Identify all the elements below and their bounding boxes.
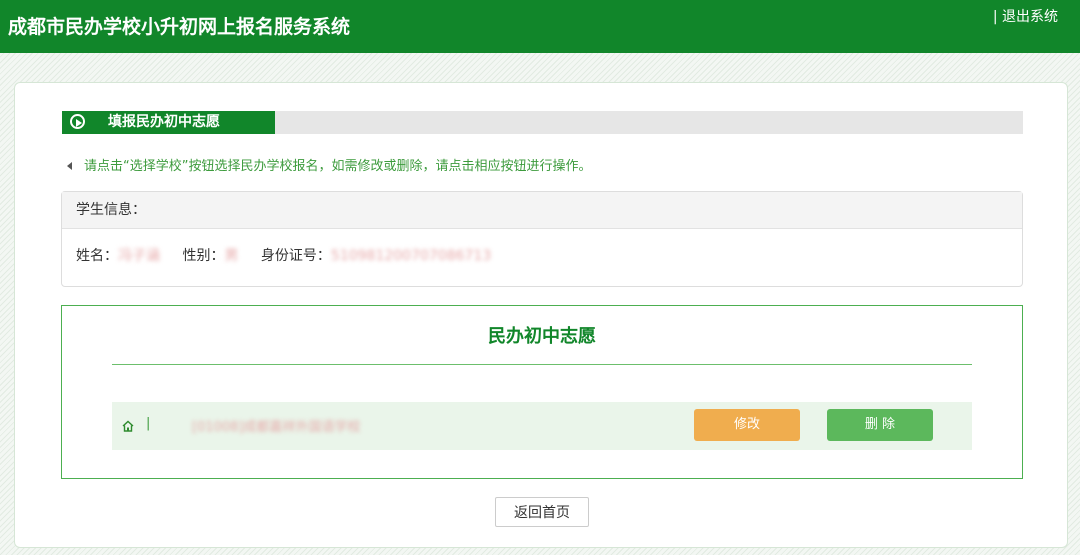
caret-left-icon: [67, 161, 72, 170]
choice-box: 民办初中志愿 | [01008]成都嘉祥外国语学校 修改 删 除: [61, 305, 1023, 479]
instruction-tip: 请点击“选择学校”按钮选择民办学校报名，如需修改或删除，请点击相应按钮进行操作。: [67, 155, 591, 174]
student-info-row: 姓名：冯子涵 性别：男 身份证号：510981200707086713: [62, 229, 1022, 265]
student-info-box: 学生信息： 姓名：冯子涵 性别：男 身份证号：51098120070708671…: [61, 191, 1023, 287]
name-value: 冯子涵: [118, 248, 160, 264]
name-label: 姓名：: [76, 248, 118, 264]
app-title: 成都市民办学校小升初网上报名服务系统: [8, 16, 351, 38]
home-icon: [122, 420, 134, 432]
section-bar: 填报民办初中志愿: [62, 111, 1023, 134]
choice-title: 民办初中志愿: [488, 326, 596, 347]
separator: |: [146, 416, 151, 431]
edit-button[interactable]: 修改: [694, 409, 800, 441]
choice-row: | [01008]成都嘉祥外国语学校 修改 删 除: [112, 402, 972, 450]
section-tag: 填报民办初中志愿: [62, 111, 275, 134]
top-header: 成都市民办学校小升初网上报名服务系统 | 退出系统: [0, 0, 1080, 53]
delete-button[interactable]: 删 除: [827, 409, 933, 441]
id-value: 510981200707086713: [330, 248, 492, 264]
main-panel: 填报民办初中志愿 请点击“选择学校”按钮选择民办学校报名，如需修改或删除，请点击…: [14, 82, 1068, 548]
id-label: 身份证号：: [260, 248, 331, 264]
back-home-button[interactable]: 返回首页: [495, 497, 589, 527]
logout-link[interactable]: | 退出系统: [993, 6, 1058, 26]
gender-value: 男: [224, 248, 239, 264]
student-info-header: 学生信息：: [62, 192, 1022, 229]
section-title: 填报民办初中志愿: [108, 114, 220, 130]
school-name: [01008]成都嘉祥外国语学校: [192, 420, 361, 435]
play-circle-icon: [70, 114, 85, 129]
gender-label: 性别：: [182, 248, 225, 264]
tip-text: 请点击“选择学校”按钮选择民办学校报名，如需修改或删除，请点击相应按钮进行操作。: [84, 159, 592, 174]
divider: [112, 364, 972, 365]
